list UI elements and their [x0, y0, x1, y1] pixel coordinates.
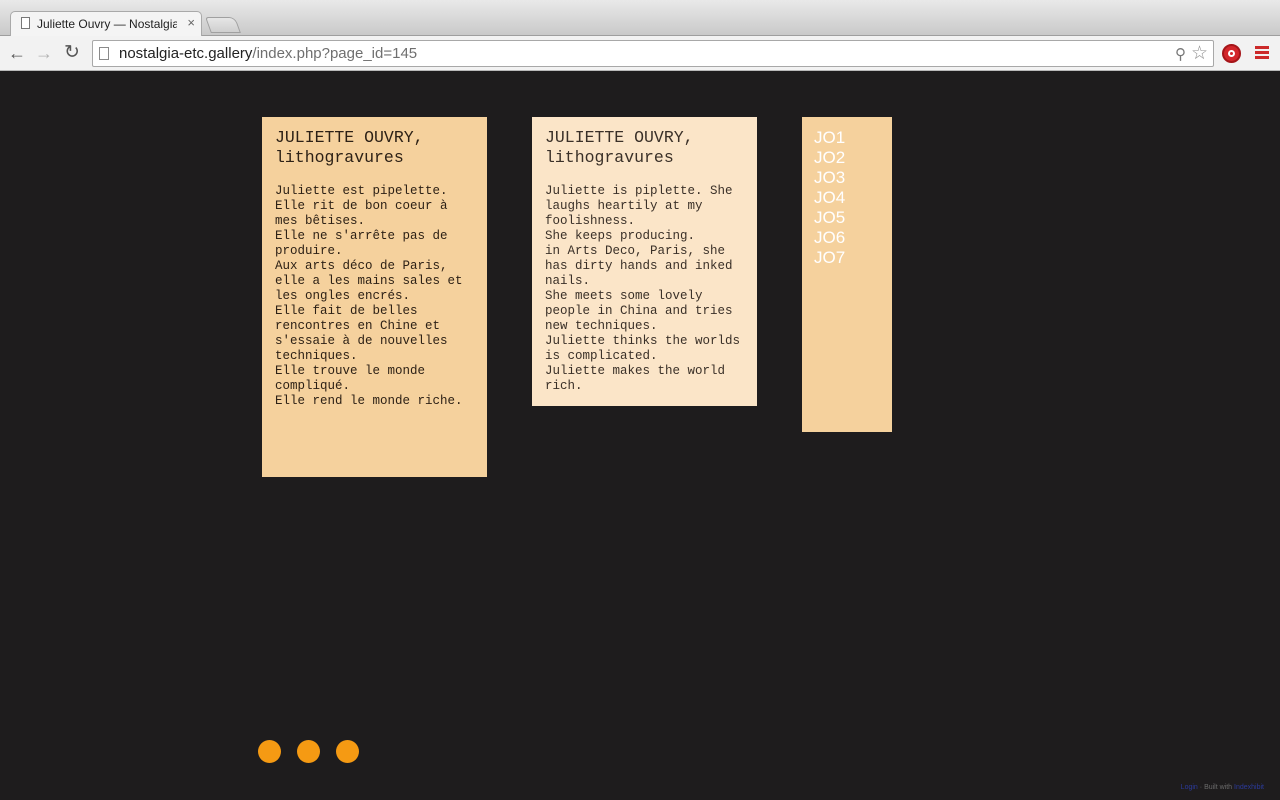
url-domain: nostalgia-etc.gallery [119, 45, 253, 62]
forward-icon[interactable]: → [32, 41, 56, 65]
url-path: /index.php?page_id=145 [252, 45, 418, 62]
close-icon[interactable]: × [187, 15, 195, 30]
nav-dot-3[interactable] [336, 740, 359, 763]
english-text-card: JULIETTE OUVRY, lithogravures Juliette i… [532, 117, 757, 406]
browser-tab[interactable]: Juliette Ouvry — Nostalgia × [10, 11, 202, 36]
work-link-jo2[interactable]: JO2 [814, 148, 880, 168]
new-tab-button[interactable] [205, 17, 241, 33]
french-text-card: JULIETTE OUVRY, lithogravures Juliette e… [262, 117, 487, 477]
indexhibit-link[interactable]: Indexhibit [1234, 784, 1264, 791]
card-title-en: JULIETTE OUVRY, lithogravures [545, 128, 694, 167]
page-icon [99, 47, 109, 60]
extension-icon[interactable] [1222, 44, 1241, 63]
zoom-icon[interactable]: ⚲ [1175, 45, 1186, 63]
work-link-jo1[interactable]: JO1 [814, 128, 880, 148]
nav-dot-2[interactable] [297, 740, 320, 763]
work-link-jo3[interactable]: JO3 [814, 168, 880, 188]
work-link-jo7[interactable]: JO7 [814, 248, 880, 268]
address-bar[interactable]: nostalgia-etc.gallery/index.php?page_id=… [92, 40, 1214, 67]
reload-icon[interactable]: ↻ [60, 41, 84, 65]
document-icon [21, 17, 30, 29]
card-text-en: Juliette is piplette. She laughs heartil… [545, 184, 741, 393]
menu-icon[interactable] [1255, 46, 1269, 61]
card-text-fr: Juliette est pipelette. Elle rit de bon … [275, 184, 463, 408]
url-text[interactable]: nostalgia-etc.gallery/index.php?page_id=… [119, 45, 417, 62]
footer-separator: · [1199, 784, 1203, 791]
tab-title: Juliette Ouvry — Nostalgia [37, 17, 177, 31]
browser-toolbar: ← → ↻ nostalgia-etc.gallery/index.php?pa… [0, 36, 1280, 71]
back-icon[interactable]: ← [5, 41, 29, 65]
works-list: JO1 JO2 JO3 JO4 JO5 JO6 JO7 [802, 117, 892, 432]
tab-strip: Juliette Ouvry — Nostalgia × [0, 0, 1280, 36]
login-link[interactable]: Login [1181, 784, 1198, 791]
work-link-jo5[interactable]: JO5 [814, 208, 880, 228]
footer: Login · Built with Indexhibit [1181, 784, 1264, 791]
work-link-jo4[interactable]: JO4 [814, 188, 880, 208]
work-link-jo6[interactable]: JO6 [814, 228, 880, 248]
card-title-fr: JULIETTE OUVRY, lithogravures [275, 128, 424, 167]
bookmark-star-icon[interactable]: ☆ [1191, 42, 1208, 65]
built-with-text: Built with [1204, 784, 1233, 791]
nav-dot-1[interactable] [258, 740, 281, 763]
